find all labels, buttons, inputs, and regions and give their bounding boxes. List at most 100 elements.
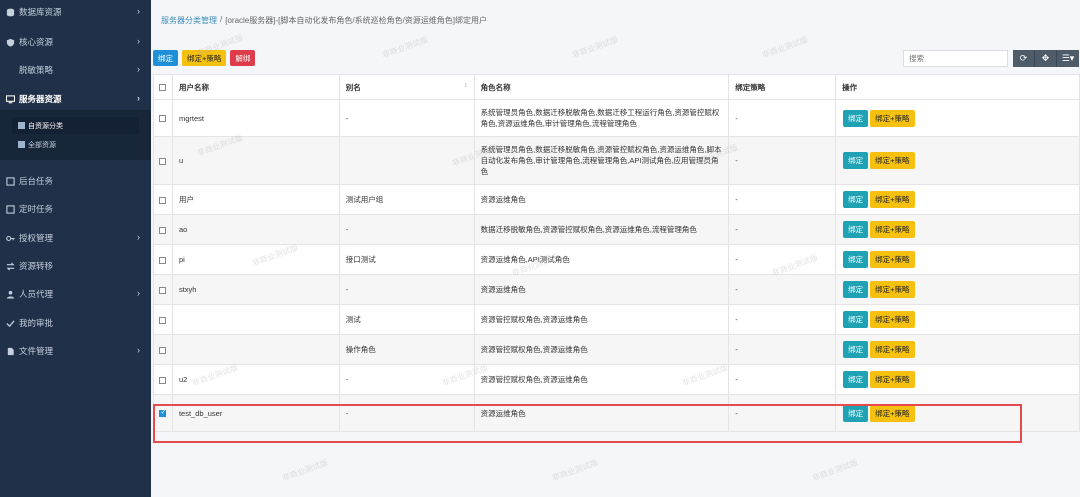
row-select-cell[interactable] [153,274,173,305]
bind-policy-button[interactable]: 绑定+策略 [182,50,227,66]
roles-cell: 系统管理员角色,数据迁移脱敏角色,资源管控赋权角色,资源运维角色,脚本自动化发布… [473,136,730,185]
row-bind-policy-button[interactable]: 绑定+策略 [870,152,915,169]
row-bind-button[interactable]: 绑定 [843,152,869,169]
row-checkbox[interactable] [159,226,167,234]
row-bind-button[interactable]: 绑定 [843,109,869,127]
row-bind-button[interactable]: 绑定 [843,191,869,208]
table-row[interactable]: u 系统管理员角色,数据迁移脱敏角色,资源管控赋权角色,资源运维角色,脚本自动化发… [153,136,1080,185]
alias: - [345,225,349,234]
table-row[interactable]: u2- 资源管控赋权角色,资源运维角色 - 绑定 绑定+策略 [153,364,1080,395]
row-bind-button[interactable]: 绑定 [843,311,869,328]
row-checkbox[interactable] [159,346,167,354]
submenu-item-categories[interactable]: 自资源分类 [12,117,139,134]
actions-cell: 绑定 绑定+策略 [835,214,1080,245]
row-bind-policy-button[interactable]: 绑定+策略 [870,251,915,268]
watermark: 非商业测试版 [810,458,860,483]
row-checkbox[interactable] [159,286,167,294]
col-alias[interactable]: 别名 ↕ [338,74,475,100]
row-bind-button[interactable]: 绑定 [843,404,869,422]
nav-label: 人员代理 [19,289,54,299]
row-select-cell[interactable] [153,364,173,395]
username-cell: test_db_user [171,394,340,432]
row-bind-button[interactable]: 绑定 [843,251,869,268]
username-cell [171,304,340,335]
blank-icon [6,66,15,75]
nav-server-resources[interactable]: 服务器资源 › [0,89,151,109]
row-select-cell[interactable] [153,244,173,275]
policy-cell: - [728,304,837,335]
actions-cell: 绑定 绑定+策略 [835,184,1080,215]
row-checkbox[interactable] [159,115,167,123]
username: stxyh [178,285,197,294]
table-row[interactable]: ao - 数据迁移脱敏角色,资源管控赋权角色,资源运维角色,流程管理角色 - 绑定 绑定+… [153,214,1080,245]
nav-database-resources[interactable]: 数据库资源 › [0,2,151,22]
row-checkbox[interactable] [159,316,167,324]
nav-file-management[interactable]: 文件管理 › [0,341,151,361]
row-checkbox[interactable] [159,256,167,264]
table-row[interactable]: 测试 资源管控赋权角色,资源运维角色 - 绑定 绑定+策略 [153,304,1080,335]
row-select-cell[interactable] [153,214,173,245]
row-bind-policy-button[interactable]: 绑定+策略 [870,191,915,208]
row-select-cell[interactable] [153,99,173,137]
row-bind-button[interactable]: 绑定 [843,371,869,388]
nav-masking-policy[interactable]: 脱敏策略 › [0,60,151,80]
unbind-button[interactable]: 解绑 [230,50,256,66]
col-username[interactable]: 用户名称 [171,74,340,100]
username: u [178,156,184,165]
sort-icon[interactable]: ↕ [464,82,468,89]
row-bind-policy-button[interactable]: 绑定+策略 [870,404,915,422]
alias-cell [338,136,475,185]
row-bind-policy-button[interactable]: 绑定+策略 [870,311,915,328]
row-bind-policy-button[interactable]: 绑定+策略 [870,371,915,388]
row-checkbox[interactable] [159,196,167,204]
policy-cell: - [728,274,837,305]
nav-resource-transfer[interactable]: 资源转移 [0,256,151,276]
select-all-cell[interactable] [153,74,173,100]
table-row[interactable]: stxyh - 资源运维角色 - 绑定 绑定+策略 [153,274,1080,305]
table-row[interactable]: 用户 测试用户组 资源运维角色 - 绑定 绑定+策略 [153,184,1080,215]
nav-scheduled-tasks[interactable]: 定时任务 [0,199,151,219]
row-select-cell[interactable] [153,394,173,432]
category-icon [18,122,25,129]
username-cell: u [171,136,340,185]
row-bind-policy-button[interactable]: 绑定+策略 [870,109,915,127]
row-select-cell[interactable] [153,334,173,365]
watermark: 非商业测试版 [760,35,810,60]
row-bind-policy-button[interactable]: 绑定+策略 [870,281,915,298]
nav-authorization[interactable]: 授权管理 › [0,228,151,248]
refresh-icon[interactable]: ⟳ [1013,50,1035,67]
row-select-cell[interactable] [153,304,173,335]
col-policy: 绑定策略 [728,74,837,100]
row-bind-policy-button[interactable]: 绑定+策略 [870,221,915,238]
row-checkbox[interactable] [159,157,167,165]
nav-background-tasks[interactable]: 后台任务 [0,171,151,191]
row-bind-policy-button[interactable]: 绑定+策略 [870,341,915,358]
nav-core-resources[interactable]: 核心资源 › [0,32,151,52]
row-select-cell[interactable] [153,136,173,185]
row-bind-button[interactable]: 绑定 [843,341,869,358]
breadcrumb-link[interactable]: 服务器分类管理 [161,15,217,26]
row-checkbox[interactable] [159,376,167,384]
row-bind-button[interactable]: 绑定 [843,281,869,298]
main-content: 服务器分类管理 / [oracle服务器]-[脚本自动化发布角色/系统巡检角色/… [151,0,1080,497]
roles-cell: 资源运维角色 [473,394,730,432]
table-row[interactable]: test_db_user-资源运维角色-绑定绑定+策略 [153,394,1080,432]
row-checkbox[interactable] [159,408,167,418]
table-row[interactable]: pi 接口测试 资源运维角色,API测试角色 - 绑定 绑定+策略 [153,244,1080,275]
columns-icon[interactable]: ☰▾ [1057,50,1079,67]
approve-icon [6,319,15,328]
table-row[interactable]: 操作角色 资源管控赋权角色,资源运维角色 - 绑定 绑定+策略 [153,334,1080,365]
select-all-checkbox[interactable] [159,84,167,92]
nav-delegation[interactable]: 人员代理 › [0,284,151,304]
search-input[interactable] [903,50,1008,67]
bind-button[interactable]: 绑定 [153,50,178,66]
table-row[interactable]: mgrtest - 系统管理员角色,数据迁移脱敏角色,数据迁移工程运行角色,资源管控… [153,99,1080,137]
submenu-item-all[interactable]: 全部资源 [12,136,139,153]
row-select-cell[interactable] [153,184,173,215]
row-bind-button[interactable]: 绑定 [843,221,869,238]
username-cell: 用户 [171,184,340,215]
move-icon[interactable]: ✥ [1035,50,1057,67]
breadcrumb: 服务器分类管理 / [oracle服务器]-[脚本自动化发布角色/系统巡检角色/… [161,15,487,26]
nav-my-approvals[interactable]: 我的审批 [0,313,151,333]
shield-icon [6,38,15,47]
